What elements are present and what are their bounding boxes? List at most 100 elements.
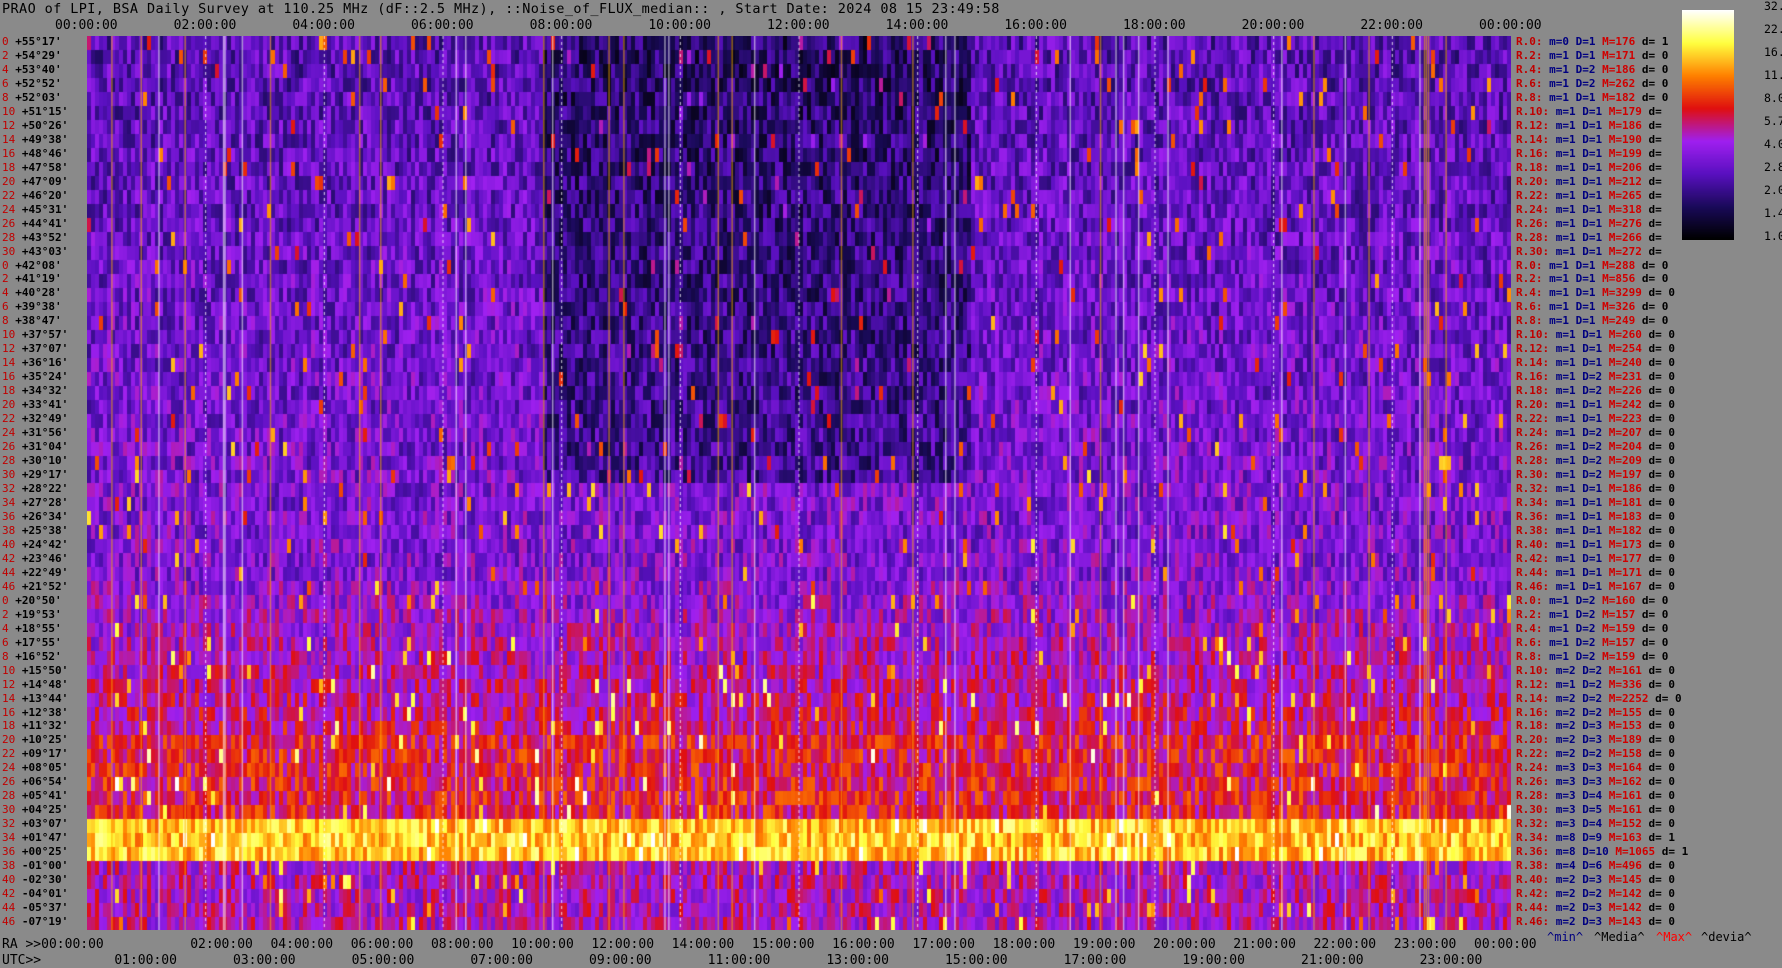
row-stat: R.38: m=4 D=6 M=496 d= 0 — [1516, 859, 1675, 873]
ra-tick-label: 04:00:00 — [270, 937, 334, 952]
declination-label: 32 +03°07' — [2, 817, 69, 831]
declination-label: 26 +31°04' — [2, 440, 69, 454]
row-stat: R.30: m=3 D=5 M=161 d= 0 — [1516, 803, 1675, 817]
row-stat: R.8: m=1 D=2 M=159 d= 0 — [1516, 649, 1669, 663]
declination-label: 28 +30°10' — [2, 454, 69, 468]
declination-label: 18 +47°58' — [2, 160, 69, 174]
utc-tick-label: 17:00:00 — [1063, 953, 1127, 968]
declination-label: 34 +01°47' — [2, 831, 69, 845]
row-stat: R.24: m=1 D=1 M=318 d= — [1516, 202, 1662, 216]
declination-label: 22 +09°17' — [2, 747, 69, 761]
row-stat: R.18: m=1 D=2 M=226 d= 0 — [1516, 384, 1675, 398]
row-stat: R.4: m=1 D=2 M=186 d= 0 — [1516, 62, 1669, 76]
row-stat: R.14: m=1 D=1 M=190 d= — [1516, 132, 1662, 146]
row-stat: R.26: m=1 D=1 M=276 d= — [1516, 216, 1662, 230]
declination-label: 30 +29°17' — [2, 468, 69, 482]
declination-label: 6 +52°52' — [2, 76, 62, 90]
top-tick-label: 00:00:00 — [1479, 18, 1542, 33]
declination-label: 28 +05°41' — [2, 789, 69, 803]
row-stat: R.12: m=1 D=1 M=186 d= — [1516, 118, 1662, 132]
row-stat: R.14: m=2 D=2 M=2252 d= 0 — [1516, 691, 1682, 705]
row-stat: R.16: m=2 D=2 M=155 d= 0 — [1516, 705, 1675, 719]
row-stat: R.6: m=1 D=2 M=262 d= 0 — [1516, 76, 1669, 90]
declination-label: 32 +28°22' — [2, 482, 69, 495]
row-stat: R.28: m=1 D=2 M=209 d= 0 — [1516, 454, 1675, 468]
utc-tick-label: 19:00:00 — [1182, 953, 1245, 968]
top-tick-label: 16:00:00 — [1004, 18, 1067, 33]
colorbar-tick: 2.8 — [1764, 160, 1782, 174]
row-stat: R.22: m=2 D=2 M=158 d= 0 — [1516, 747, 1675, 761]
declination-label: 0 +42°08' — [2, 258, 62, 272]
declination-label: 46 -07°19' — [2, 915, 69, 929]
top-tick-label: 02:00:00 — [173, 18, 237, 33]
top-tick-label: 22:00:00 — [1360, 18, 1423, 33]
row-stat: R.36: m=1 D=1 M=183 d= 0 — [1516, 509, 1675, 523]
declination-label: 14 +49°38' — [2, 132, 69, 146]
legend-max: ^Max^ — [1656, 930, 1693, 944]
ra-tick-label: 23:00:00 — [1393, 937, 1457, 952]
row-stat: R.10: m=1 D=1 M=179 d= — [1516, 104, 1662, 118]
declination-label: 30 +43°03' — [2, 244, 69, 258]
top-tick-label: 04:00:00 — [292, 18, 355, 33]
colorbar-tick: 22.6 — [1764, 22, 1782, 36]
declination-label: 20 +33°41' — [2, 398, 69, 412]
declination-label: 36 +00°25' — [2, 845, 69, 859]
declination-label: 38 +25°38' — [2, 523, 69, 537]
top-tick-label: 12:00:00 — [767, 18, 830, 33]
top-tick-label: 10:00:00 — [648, 18, 711, 33]
row-stat: R.10: m=2 D=2 M=161 d= 0 — [1516, 663, 1675, 677]
row-stat: R.14: m=1 D=1 M=240 d= 0 — [1516, 356, 1675, 370]
row-stat: R.12: m=1 D=1 M=254 d= 0 — [1516, 342, 1675, 356]
declination-label: 8 +52°03' — [2, 90, 62, 104]
declination-label: 16 +35°24' — [2, 370, 69, 384]
declination-label: 2 +54°29' — [2, 48, 62, 62]
utc-axis-label: UTC>> — [2, 953, 42, 968]
declination-label: 24 +08°05' — [2, 761, 69, 775]
declination-label: 46 +21°52' — [2, 579, 69, 593]
utc-tick-label: 21:00:00 — [1301, 953, 1364, 968]
ra-tick-label: 22:00:00 — [1313, 937, 1377, 952]
declination-label: 34 +27°28' — [2, 495, 69, 509]
declination-label: 8 +38°47' — [2, 314, 62, 328]
declination-label: 36 +26°34' — [2, 509, 69, 523]
ra-tick-label: 21:00:00 — [1233, 937, 1296, 952]
top-tick-label: 20:00:00 — [1241, 18, 1305, 33]
row-stat: R.8: m=1 D=1 M=249 d= 0 — [1516, 314, 1669, 328]
row-stat: R.32: m=1 D=1 M=186 d= 0 — [1516, 482, 1675, 495]
declination-label: 42 +23°46' — [2, 551, 69, 565]
declination-label: 22 +46°20' — [2, 188, 69, 202]
declination-label: 10 +15°50' — [2, 663, 69, 677]
declination-label: 28 +43°52' — [2, 230, 69, 244]
declination-label: 38 -01°00' — [2, 859, 69, 873]
declination-label: 26 +44°41' — [2, 216, 69, 230]
noise-flux-heatmap — [87, 36, 1511, 930]
ra-tick-label: 00:00:00 — [1474, 937, 1537, 952]
legend-devia: ^devia^ — [1701, 930, 1752, 944]
row-stat: R.4: m=1 D=1 M=3299 d= 0 — [1516, 286, 1675, 300]
declination-label: 24 +31°56' — [2, 426, 69, 440]
row-stat: R.2: m=1 D=1 M=856 d= 0 — [1516, 272, 1669, 286]
utc-tick-label: 09:00:00 — [589, 953, 652, 968]
row-stat: R.10: m=1 D=1 M=260 d= 0 — [1516, 328, 1675, 342]
row-stat: R.6: m=1 D=2 M=157 d= 0 — [1516, 635, 1669, 649]
ra-axis-label: RA >>00:00:00 — [2, 937, 104, 952]
utc-tick-label: 03:00:00 — [233, 953, 296, 968]
row-stat: R.0: m=1 D=2 M=160 d= 0 — [1516, 593, 1669, 607]
row-stat: R.44: m=2 D=3 M=142 d= 0 — [1516, 901, 1675, 915]
declination-label: 16 +12°38' — [2, 705, 69, 719]
ra-tick-label: 08:00:00 — [430, 937, 494, 952]
row-stat: R.22: m=1 D=1 M=265 d= — [1516, 188, 1662, 202]
top-tick-label: 14:00:00 — [885, 18, 949, 33]
declination-label: 14 +36°16' — [2, 356, 69, 370]
row-stat: R.2: m=1 D=2 M=157 d= 0 — [1516, 607, 1669, 621]
declination-label: 18 +11°32' — [2, 719, 69, 733]
colorbar-tick: 8.0 — [1764, 91, 1782, 105]
top-tick-label: 06:00:00 — [411, 18, 474, 33]
declination-label: 20 +47°09' — [2, 174, 69, 188]
row-stat: R.24: m=3 D=3 M=164 d= 0 — [1516, 761, 1675, 775]
colorbar-tick: 4.0 — [1764, 137, 1782, 151]
declination-label: 24 +45°31' — [2, 202, 69, 216]
utc-tick-label: 15:00:00 — [945, 953, 1008, 968]
utc-tick-label: 13:00:00 — [826, 953, 889, 968]
ra-tick-label: 02:00:00 — [190, 937, 253, 952]
